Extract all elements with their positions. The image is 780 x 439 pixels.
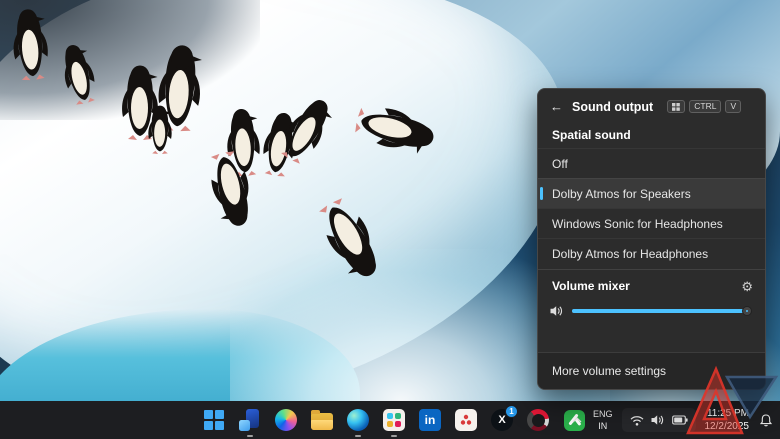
option-dolby-atmos-speakers-label: Dolby Atmos for Speakers: [552, 187, 691, 201]
opera-gx-icon: [527, 409, 549, 431]
copilot-button[interactable]: [272, 406, 300, 434]
language-line1: ENG: [593, 408, 613, 420]
windows-logo-icon: [204, 410, 224, 430]
spatial-sound-heading: Spatial sound: [538, 120, 765, 148]
edge-icon: [347, 409, 369, 431]
x-twitter-icon: X 1: [491, 409, 513, 431]
option-dolby-atmos-headphones-label: Dolby Atmos for Headphones: [552, 247, 708, 261]
ap-logo-watermark: [680, 357, 780, 439]
start-button[interactable]: [200, 406, 228, 434]
wifi-icon: [630, 415, 644, 426]
x-glyph: X: [498, 414, 505, 426]
folder-icon: [311, 413, 333, 430]
volume-mixer-row: Volume mixer ⚙: [538, 269, 765, 295]
speaker-icon: [550, 305, 563, 317]
gear-icon[interactable]: ⚙: [741, 280, 753, 293]
option-off-label: Off: [552, 157, 568, 171]
ctrl-key-badge: CTRL: [689, 100, 721, 114]
tray-overflow-button[interactable]: [570, 417, 584, 423]
opera-gx-button[interactable]: [524, 406, 552, 434]
taskbar: in X 1 ENG IN: [0, 401, 780, 439]
option-windows-sonic-headphones-label: Windows Sonic for Headphones: [552, 217, 723, 231]
flyout-header: ← Sound output CTRL V: [538, 89, 765, 120]
language-line2: IN: [593, 420, 613, 432]
x-twitter-button[interactable]: X 1: [488, 406, 516, 434]
win-key-icon: [667, 100, 685, 113]
chevron-up-icon: [572, 417, 582, 423]
flyout-title: Sound output: [572, 100, 653, 114]
edge-button[interactable]: [344, 406, 372, 434]
option-windows-sonic-headphones[interactable]: Windows Sonic for Headphones: [538, 208, 765, 238]
red-dots-app-icon: [455, 409, 477, 431]
linkedin-icon: in: [419, 409, 441, 431]
option-dolby-atmos-headphones[interactable]: Dolby Atmos for Headphones: [538, 238, 765, 268]
volume-slider[interactable]: [572, 309, 749, 313]
slack-icon: [383, 409, 405, 431]
slack-button[interactable]: [380, 406, 408, 434]
back-button[interactable]: ←: [550, 99, 563, 114]
volume-mixer-label: Volume mixer: [552, 279, 630, 293]
volume-slider-row: [538, 295, 765, 329]
phone-link-icon: [239, 409, 261, 431]
copilot-icon: [275, 409, 297, 431]
shortcut-keys: CTRL V: [667, 100, 741, 114]
speaker-tray-icon: [651, 414, 665, 426]
sound-output-flyout: ← Sound output CTRL V Spatial sound Off …: [537, 88, 766, 390]
linkedin-button[interactable]: in: [416, 406, 444, 434]
red-dots-app-button[interactable]: [452, 406, 480, 434]
option-off[interactable]: Off: [538, 148, 765, 178]
x-notification-badge: 1: [505, 405, 518, 418]
volume-slider-fill: [572, 309, 744, 313]
option-dolby-atmos-speakers[interactable]: Dolby Atmos for Speakers: [538, 178, 765, 208]
taskbar-center-icons: in X 1: [200, 401, 588, 439]
more-volume-settings-label: More volume settings: [552, 364, 666, 378]
back-arrow-icon: ←: [550, 99, 563, 114]
volume-slider-thumb[interactable]: [743, 307, 751, 315]
desktop-screen: ← Sound output CTRL V Spatial sound Off …: [0, 0, 780, 439]
phone-link-button[interactable]: [236, 406, 264, 434]
file-explorer-button[interactable]: [308, 406, 336, 434]
language-indicator[interactable]: ENG IN: [593, 408, 613, 432]
v-key-badge: V: [725, 100, 741, 114]
